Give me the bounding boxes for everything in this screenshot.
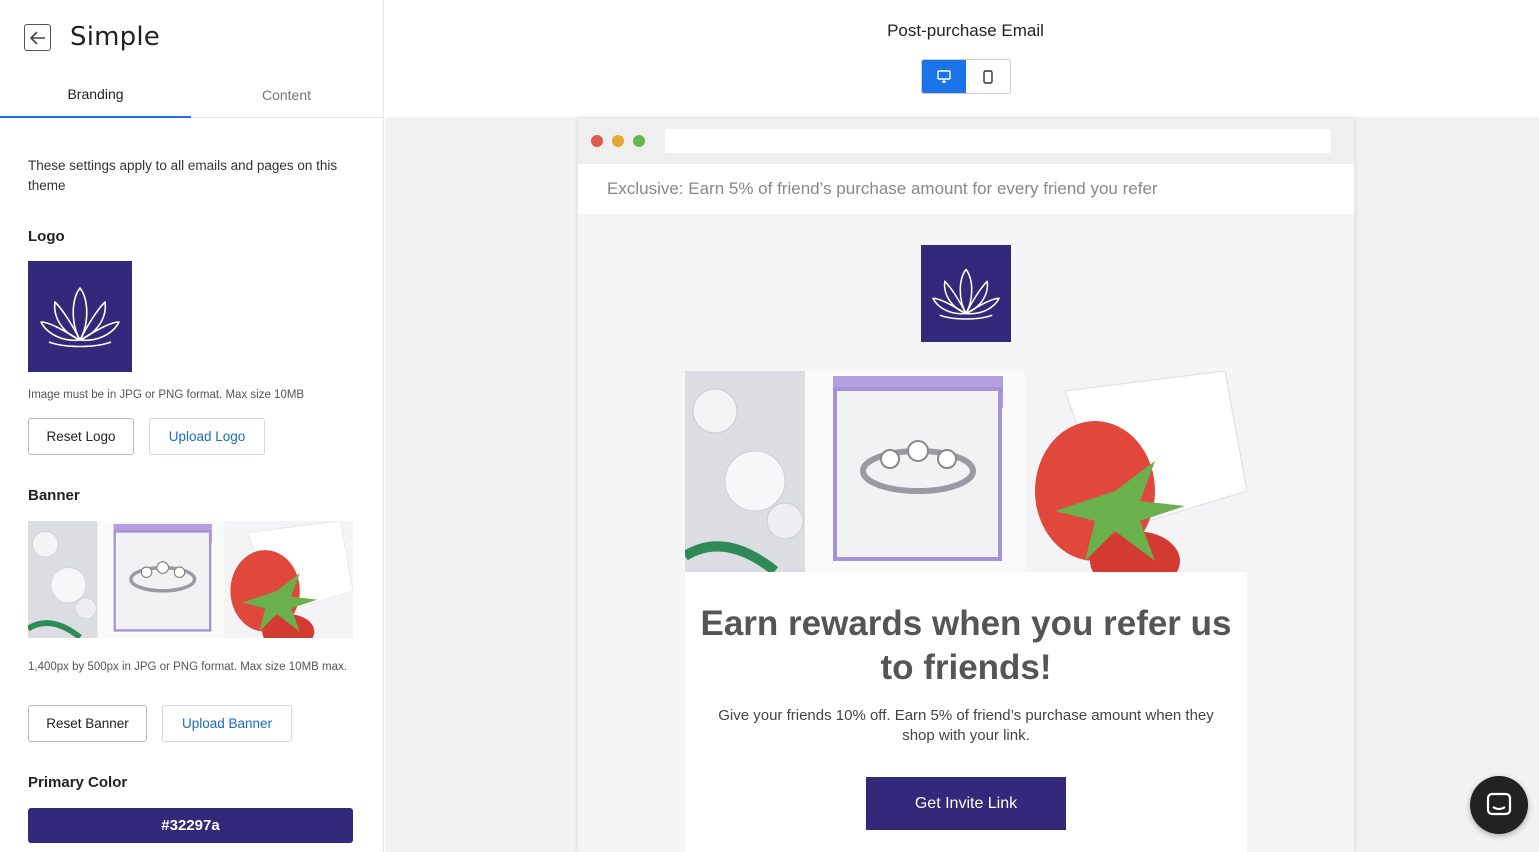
banner-hint: 1,400px by 500px in JPG or PNG format. M… — [28, 661, 347, 673]
email-body-text: Give your friends 10% off. Earn 5% of fr… — [718, 707, 1214, 744]
arrow-left-icon — [29, 30, 45, 45]
reset-logo-button[interactable]: Reset Logo — [28, 418, 134, 455]
page-title: Simple — [70, 22, 160, 52]
logo-hint: Image must be in JPG or PNG format. Max … — [28, 389, 305, 401]
mobile-icon — [983, 69, 993, 84]
mobile-view-button[interactable] — [966, 60, 1010, 93]
logo-heading: Logo — [28, 228, 65, 245]
address-bar — [665, 129, 1331, 153]
lotus-logo-icon — [40, 286, 120, 347]
reset-banner-button[interactable]: Reset Banner — [28, 705, 147, 742]
banner-preview — [28, 521, 353, 638]
browser-frame: Exclusive: Earn 5% of friend’s purchase … — [578, 118, 1354, 852]
desktop-icon — [937, 70, 951, 83]
email-headline: Earn rewards when you refer us to friend… — [700, 604, 1232, 687]
preview-header: Post-purchase Email — [385, 0, 1539, 117]
settings-tabs: Branding Content — [0, 72, 384, 118]
email-type-title: Post-purchase Email — [887, 21, 1044, 40]
maximize-dot-icon — [633, 135, 645, 147]
primary-color-picker[interactable]: #32297a — [28, 808, 353, 843]
email-banner — [685, 371, 1247, 572]
chat-launcher-button[interactable] — [1470, 776, 1528, 834]
back-button[interactable] — [24, 24, 51, 51]
email-preview-area: Post-purchase Email Exclusive: Earn 5% o… — [385, 0, 1539, 852]
branding-sidebar: Simple Branding Content These settings a… — [0, 0, 384, 852]
sidebar-header: Simple — [0, 0, 384, 70]
email-preheader: Exclusive: Earn 5% of friend’s purchase … — [578, 164, 1354, 214]
desktop-view-button[interactable] — [922, 60, 966, 93]
chat-icon — [1486, 792, 1512, 816]
tab-branding[interactable]: Branding — [0, 72, 191, 118]
email-logo — [921, 245, 1011, 342]
banner-image — [685, 371, 1247, 572]
minimize-dot-icon — [612, 135, 624, 147]
primary-color-heading: Primary Color — [28, 774, 128, 791]
tab-content[interactable]: Content — [191, 72, 382, 118]
lotus-logo-icon — [932, 268, 1000, 320]
settings-description: These settings apply to all emails and p… — [28, 158, 338, 193]
logo-preview — [28, 261, 132, 372]
device-toggle — [921, 59, 1011, 94]
browser-toolbar — [578, 118, 1354, 164]
banner-image — [28, 521, 353, 638]
upload-logo-button[interactable]: Upload Logo — [149, 418, 265, 455]
email-body: Earn rewards when you refer us to friend… — [685, 572, 1247, 852]
upload-banner-button[interactable]: Upload Banner — [162, 705, 292, 742]
get-invite-link-button[interactable]: Get Invite Link — [866, 777, 1066, 830]
banner-heading: Banner — [28, 487, 80, 504]
close-dot-icon — [591, 135, 603, 147]
